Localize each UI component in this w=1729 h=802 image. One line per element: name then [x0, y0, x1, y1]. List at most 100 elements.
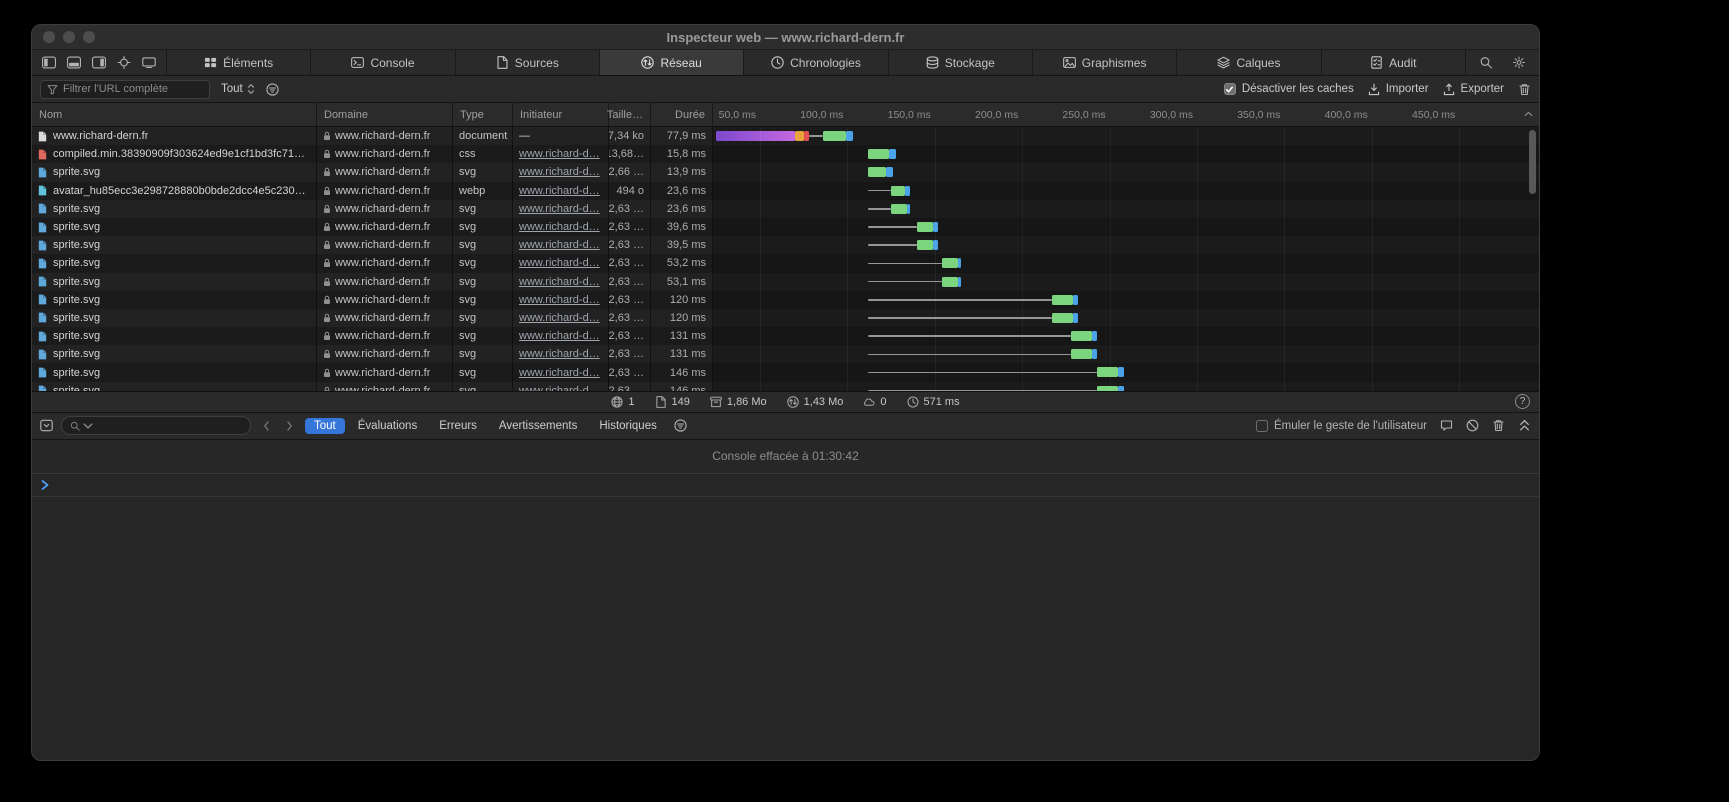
export-button[interactable]: Exporter [1443, 83, 1504, 96]
tab-timelines[interactable]: Chronologies [743, 50, 887, 75]
import-label: Importer [1386, 83, 1429, 95]
console-prompt[interactable] [32, 474, 1539, 497]
network-request-row[interactable]: sprite.svgwww.richard-dern.frsvgwww.rich… [32, 291, 1539, 309]
console-scope-logs[interactable]: Historiques [590, 418, 666, 434]
transferred-size-value: 1,43 Mo [804, 396, 844, 408]
disable-caches-checkbox[interactable] [1224, 83, 1236, 95]
clear-console-icon[interactable] [1466, 419, 1479, 432]
initiator-link[interactable]: www.richard-d… [519, 330, 600, 342]
network-request-row[interactable]: sprite.svgwww.richard-dern.frsvgwww.rich… [32, 363, 1539, 381]
load-time-stat: 571 ms [907, 396, 960, 408]
column-header-initiator[interactable]: Initiateur [513, 103, 609, 126]
expand-console-icon[interactable] [1518, 419, 1531, 432]
waterfall-segment-line [868, 281, 941, 283]
console-messages-icon[interactable] [1440, 419, 1453, 432]
console-scope-icon[interactable] [40, 419, 53, 432]
console-scope-errors[interactable]: Erreurs [430, 418, 486, 434]
initiator-link[interactable]: www.richard-d… [519, 221, 600, 233]
network-request-row[interactable]: sprite.svgwww.richard-dern.frsvgwww.rich… [32, 345, 1539, 363]
tab-storage[interactable]: Stockage [888, 50, 1032, 75]
column-header-type[interactable]: Type [453, 103, 513, 126]
console-trash-icon[interactable] [1492, 419, 1505, 432]
waterfall-cell [713, 345, 1539, 363]
network-request-row[interactable]: www.richard-dern.frwww.richard-dern.frdo… [32, 127, 1539, 145]
close-button[interactable] [43, 31, 55, 43]
clear-network-trash-icon[interactable] [1518, 83, 1531, 96]
disable-caches-toggle[interactable]: Désactiver les caches [1224, 83, 1354, 95]
request-name-cell: sprite.svg [32, 236, 317, 254]
tab-audit[interactable]: Audit [1321, 50, 1465, 75]
emulate-user-gesture-checkbox[interactable] [1256, 420, 1268, 432]
tab-layers[interactable]: Calques [1176, 50, 1320, 75]
tab-network[interactable]: Réseau [599, 50, 743, 75]
url-filter-input[interactable]: Filtrer l'URL complète [40, 80, 210, 99]
help-button[interactable]: ? [1515, 394, 1530, 409]
device-icon[interactable] [138, 53, 160, 73]
network-request-row[interactable]: sprite.svgwww.richard-dern.frsvgwww.rich… [32, 236, 1539, 254]
dock-left-icon[interactable] [38, 53, 60, 73]
network-request-row[interactable]: compiled.min.38390909f303624ed9e1cf1bd3f… [32, 145, 1539, 163]
waterfall-segment-blue [1073, 313, 1078, 323]
initiator-link[interactable]: www.richard-d… [519, 312, 600, 324]
waterfall-segment-blue [889, 149, 896, 159]
column-header-duration[interactable]: Durée [651, 103, 713, 126]
previous-result-button[interactable] [259, 421, 274, 431]
network-request-row[interactable]: avatar_hu85ecc3e298728880b0bde2dcc4e5c23… [32, 182, 1539, 200]
tab-graphics[interactable]: Graphismes [1032, 50, 1176, 75]
chevron-up-icon[interactable] [1524, 111, 1533, 117]
column-header-name[interactable]: Nom [32, 103, 317, 126]
initiator-link[interactable]: www.richard-d… [519, 257, 600, 269]
initiator-link[interactable]: www.richard-d… [519, 203, 600, 215]
resource-type-dropdown[interactable]: Tout [221, 83, 255, 95]
network-request-row[interactable]: sprite.svgwww.richard-dern.frsvgwww.rich… [32, 200, 1539, 218]
console-search-input[interactable] [61, 416, 251, 435]
network-request-row[interactable]: sprite.svgwww.richard-dern.frsvgwww.rich… [32, 163, 1539, 181]
dock-right-icon[interactable] [88, 53, 110, 73]
network-request-row[interactable]: sprite.svgwww.richard-dern.frsvgwww.rich… [32, 273, 1539, 291]
initiator-link[interactable]: www.richard-d… [519, 166, 600, 178]
initiator-link[interactable]: www.richard-d… [519, 276, 600, 288]
gear-icon[interactable] [1508, 53, 1530, 73]
initiator-link[interactable]: www.richard-d… [519, 348, 600, 360]
network-request-row[interactable]: sprite.svgwww.richard-dern.frsvgwww.rich… [32, 218, 1539, 236]
initiator-link[interactable]: www.richard-d… [519, 367, 600, 379]
initiator-link[interactable]: www.richard-d… [519, 148, 600, 160]
network-request-row[interactable]: sprite.svgwww.richard-dern.frsvgwww.rich… [32, 382, 1539, 391]
file-icon [38, 167, 47, 178]
tab-sources[interactable]: Sources [455, 50, 599, 75]
console-scope-all[interactable]: Tout [305, 418, 345, 434]
request-name: sprite.svg [53, 294, 100, 306]
emulate-user-gesture-toggle[interactable]: Émuler le geste de l'utilisateur [1256, 420, 1427, 432]
tab-elements[interactable]: Éléments [166, 50, 310, 75]
initiator-link[interactable]: www.richard-d… [519, 294, 600, 306]
network-request-row[interactable]: sprite.svgwww.richard-dern.frsvgwww.rich… [32, 327, 1539, 345]
dock-bottom-icon[interactable] [63, 53, 85, 73]
tab-label: Calques [1236, 56, 1280, 70]
element-picker-icon[interactable] [113, 53, 135, 73]
import-button[interactable]: Importer [1368, 83, 1429, 96]
vertical-scrollbar[interactable] [1529, 130, 1536, 194]
request-name: sprite.svg [53, 367, 100, 379]
lock-icon [323, 368, 331, 378]
globe-icon [611, 396, 623, 408]
initiator-link[interactable]: www.richard-d… [519, 239, 600, 251]
console-scope-bar: ToutÉvaluationsErreursAvertissementsHist… [305, 418, 666, 434]
console-scope-warnings[interactable]: Avertissements [490, 418, 586, 434]
file-icon [38, 258, 47, 269]
next-result-button[interactable] [282, 421, 297, 431]
console-scope-evaluations[interactable]: Évaluations [349, 418, 426, 434]
network-request-row[interactable]: sprite.svgwww.richard-dern.frsvgwww.rich… [32, 254, 1539, 272]
console-filter-icon[interactable] [674, 419, 687, 432]
domain-cell: www.richard-dern.fr [317, 327, 453, 345]
minimize-button[interactable] [63, 31, 75, 43]
file-icon [38, 294, 47, 305]
search-icon[interactable] [1475, 53, 1497, 73]
column-header-size[interactable]: Taille… [609, 103, 651, 126]
column-header-domain[interactable]: Domaine [317, 103, 453, 126]
initiator-link[interactable]: www.richard-d… [519, 185, 600, 197]
type-cell: svg [453, 345, 513, 363]
filter-options-icon[interactable] [266, 83, 279, 96]
tab-console[interactable]: Console [310, 50, 454, 75]
zoom-button[interactable] [83, 31, 95, 43]
network-request-row[interactable]: sprite.svgwww.richard-dern.frsvgwww.rich… [32, 309, 1539, 327]
